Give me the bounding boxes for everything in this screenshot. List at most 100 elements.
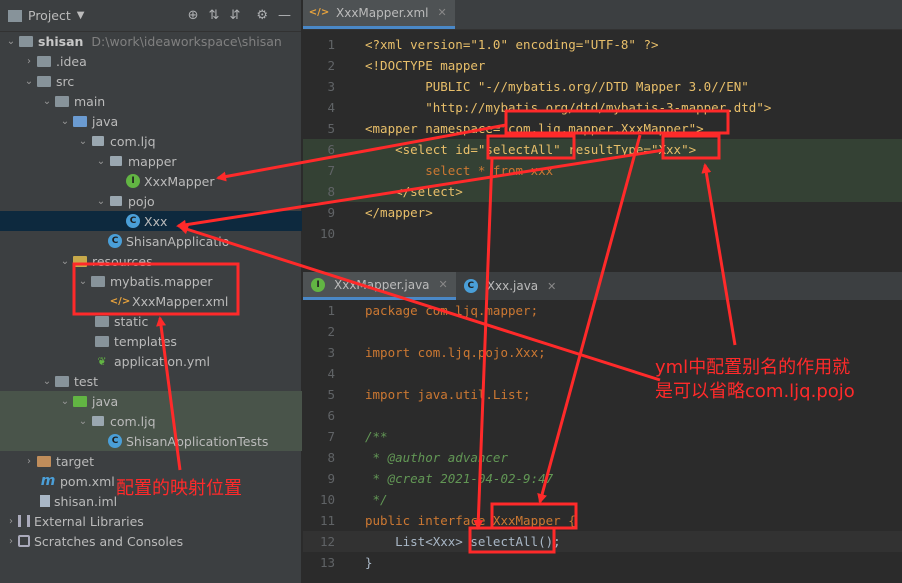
chevron-right-icon[interactable]: ›	[22, 56, 36, 67]
minimize-icon[interactable]: —	[278, 8, 291, 23]
tab-xxx-java[interactable]: C Xxx.java ✕	[456, 272, 565, 300]
line-number: 6	[327, 408, 335, 423]
tab-label: Xxx.java	[486, 279, 539, 293]
collapse-icon[interactable]: ⇵	[229, 8, 240, 23]
chevron-right-icon[interactable]: ›	[4, 536, 18, 547]
code-line[interactable]: 1 <?xml version="1.0" encoding="UTF-8" ?>	[303, 34, 902, 55]
chevron-down-icon[interactable]: ⌄	[40, 376, 54, 387]
code-line[interactable]: 12 List<Xxx> selectAll();	[303, 531, 902, 552]
line-number: 4	[327, 366, 335, 381]
code-line[interactable]: 9 * @creat 2021-04-02-9:47	[303, 468, 902, 489]
tree-item-label: com.ljq	[110, 133, 156, 149]
tree-item-xxxmapper[interactable]: I XxxMapper	[0, 171, 302, 191]
tree-item-templates[interactable]: templates	[0, 331, 302, 351]
folder-icon	[18, 34, 34, 48]
gear-icon[interactable]: ⚙	[256, 8, 268, 23]
code-line[interactable]: 2	[303, 321, 902, 342]
target-icon[interactable]: ⊕	[188, 8, 199, 23]
close-icon[interactable]: ✕	[547, 280, 556, 293]
tree-item-mapper[interactable]: ⌄ mapper	[0, 151, 302, 171]
code-line[interactable]: 11 public interface XxxMapper {	[303, 510, 902, 531]
code-line[interactable]: 6 <select id="selectAll" resultType="Xxx…	[303, 139, 902, 160]
folder-icon	[94, 334, 110, 348]
tree-item-shisan[interactable]: ⌄ shisan D:\work\ideaworkspace\shisan	[0, 31, 302, 51]
code-line[interactable]: 8 * @author advancer	[303, 447, 902, 468]
tree-item-com-ljq[interactable]: ⌄ com.ljq	[0, 131, 302, 151]
tree-item-label: static	[114, 313, 149, 329]
package-icon	[108, 154, 124, 168]
xml-editor[interactable]: </> XxxMapper.xml ✕ 1 <?xml version="1.0"…	[303, 0, 902, 242]
code-line[interactable]: 1 package com.ljq.mapper;	[303, 300, 902, 321]
tree-item-label: pojo	[128, 193, 155, 209]
close-icon[interactable]: ✕	[438, 6, 447, 19]
tree-item-shisanapplicationtests[interactable]: C ShisanApplicationTests	[0, 431, 302, 451]
tree-item-label: XxxMapper.xml	[132, 293, 229, 309]
chevron-down-icon[interactable]: ⌄	[40, 96, 54, 107]
tree-item-idea[interactable]: › .idea	[0, 51, 302, 71]
chevron-down-icon[interactable]: ⌄	[22, 76, 36, 87]
code-line[interactable]: 10 */	[303, 489, 902, 510]
tree-item-shisanapplication[interactable]: C ShisanApplicatio	[0, 231, 302, 251]
class-icon: C	[126, 214, 140, 228]
alias-note-line2: 是可以省略com.ljq.pojo	[655, 381, 855, 403]
code-line[interactable]: 6	[303, 405, 902, 426]
tree-item-label: application.yml	[114, 353, 210, 369]
mapping-location-note: 配置的映射位置	[116, 478, 242, 499]
code-line[interactable]: 3 PUBLIC "-//mybatis.org//DTD Mapper 3.0…	[303, 76, 902, 97]
tab-xxxmapper-java[interactable]: I XxxMapper.java ✕	[303, 272, 456, 300]
folder-icon	[36, 74, 52, 88]
close-icon[interactable]: ✕	[439, 278, 448, 291]
expand-icon[interactable]: ⇅	[209, 8, 220, 23]
line-number: 4	[327, 100, 335, 115]
chevron-right-icon[interactable]: ›	[4, 516, 18, 527]
tree-item-test[interactable]: ⌄ test	[0, 371, 302, 391]
tree-item-scratches[interactable]: › Scratches and Consoles	[0, 531, 302, 551]
tree-item-pojo[interactable]: ⌄ pojo	[0, 191, 302, 211]
chevron-down-icon[interactable]: ⌄	[94, 196, 108, 207]
chevron-down-icon[interactable]: ⌄	[58, 116, 72, 127]
tree-item-label: External Libraries	[34, 513, 144, 529]
tree-item-xxxmapper-xml[interactable]: </> XxxMapper.xml	[0, 291, 302, 311]
chevron-down-icon[interactable]: ⌄	[58, 396, 72, 407]
tree-item-label: target	[56, 453, 95, 469]
code-line[interactable]: 2 <!DOCTYPE mapper	[303, 55, 902, 76]
tree-item-main[interactable]: ⌄ main	[0, 91, 302, 111]
tab-xxxmapper-xml[interactable]: </> XxxMapper.xml ✕	[303, 0, 455, 29]
line-number: 1	[327, 303, 335, 318]
tree-item-src[interactable]: ⌄ src	[0, 71, 302, 91]
project-title[interactable]: Project	[28, 8, 71, 23]
code-line[interactable]: 4 "http://mybatis.org/dtd/mybatis-3-mapp…	[303, 97, 902, 118]
chevron-right-icon[interactable]: ›	[22, 456, 36, 467]
tree-item-resources[interactable]: ⌄ resources	[0, 251, 302, 271]
chevron-down-icon[interactable]: ⌄	[4, 36, 18, 47]
tree-item-mybatis-mapper[interactable]: ⌄ mybatis.mapper	[0, 271, 302, 291]
chevron-down-icon[interactable]: ▼	[77, 10, 85, 21]
tree-item-external-libraries[interactable]: › External Libraries	[0, 511, 302, 531]
code-line[interactable]: 13}	[303, 552, 902, 573]
code-line[interactable]: 5 <mapper namespace="com.ljq.mapper.XxxMa…	[303, 118, 902, 139]
line-number: 8	[327, 184, 335, 199]
code-line[interactable]: 7 select * from xxx	[303, 160, 902, 181]
chevron-down-icon[interactable]: ⌄	[76, 416, 90, 427]
code-line[interactable]: 10	[303, 223, 902, 244]
chevron-down-icon[interactable]: ⌄	[76, 276, 90, 287]
tree-item-test-java[interactable]: ⌄ java	[0, 391, 302, 411]
java-editor[interactable]: 1 package com.ljq.mapper; 2 3 import com.ljq…	[303, 300, 902, 583]
chevron-down-icon[interactable]: ⌄	[58, 256, 72, 267]
tree-item-label: .idea	[56, 53, 87, 69]
tree-item-test-com-ljq[interactable]: ⌄ com.ljq	[0, 411, 302, 431]
chevron-down-icon[interactable]: ⌄	[76, 136, 90, 147]
tree-item-label: XxxMapper	[144, 173, 215, 189]
code-line[interactable]: 9 </mapper>	[303, 202, 902, 223]
tree-item-java[interactable]: ⌄ java	[0, 111, 302, 131]
chevron-down-icon[interactable]: ⌄	[94, 156, 108, 167]
package-icon	[90, 414, 106, 428]
tree-item-target[interactable]: › target	[0, 451, 302, 471]
tree-item-application-yml[interactable]: ❦ application.yml	[0, 351, 302, 371]
code-line[interactable]: 7 /**	[303, 426, 902, 447]
line-number: 10	[319, 226, 335, 241]
tree-item-xxx[interactable]: C Xxx	[0, 211, 302, 231]
tree-item-static[interactable]: static	[0, 311, 302, 331]
code-text: package com.ljq.mapper;	[365, 303, 539, 318]
code-line[interactable]: 8 </select>	[303, 181, 902, 202]
